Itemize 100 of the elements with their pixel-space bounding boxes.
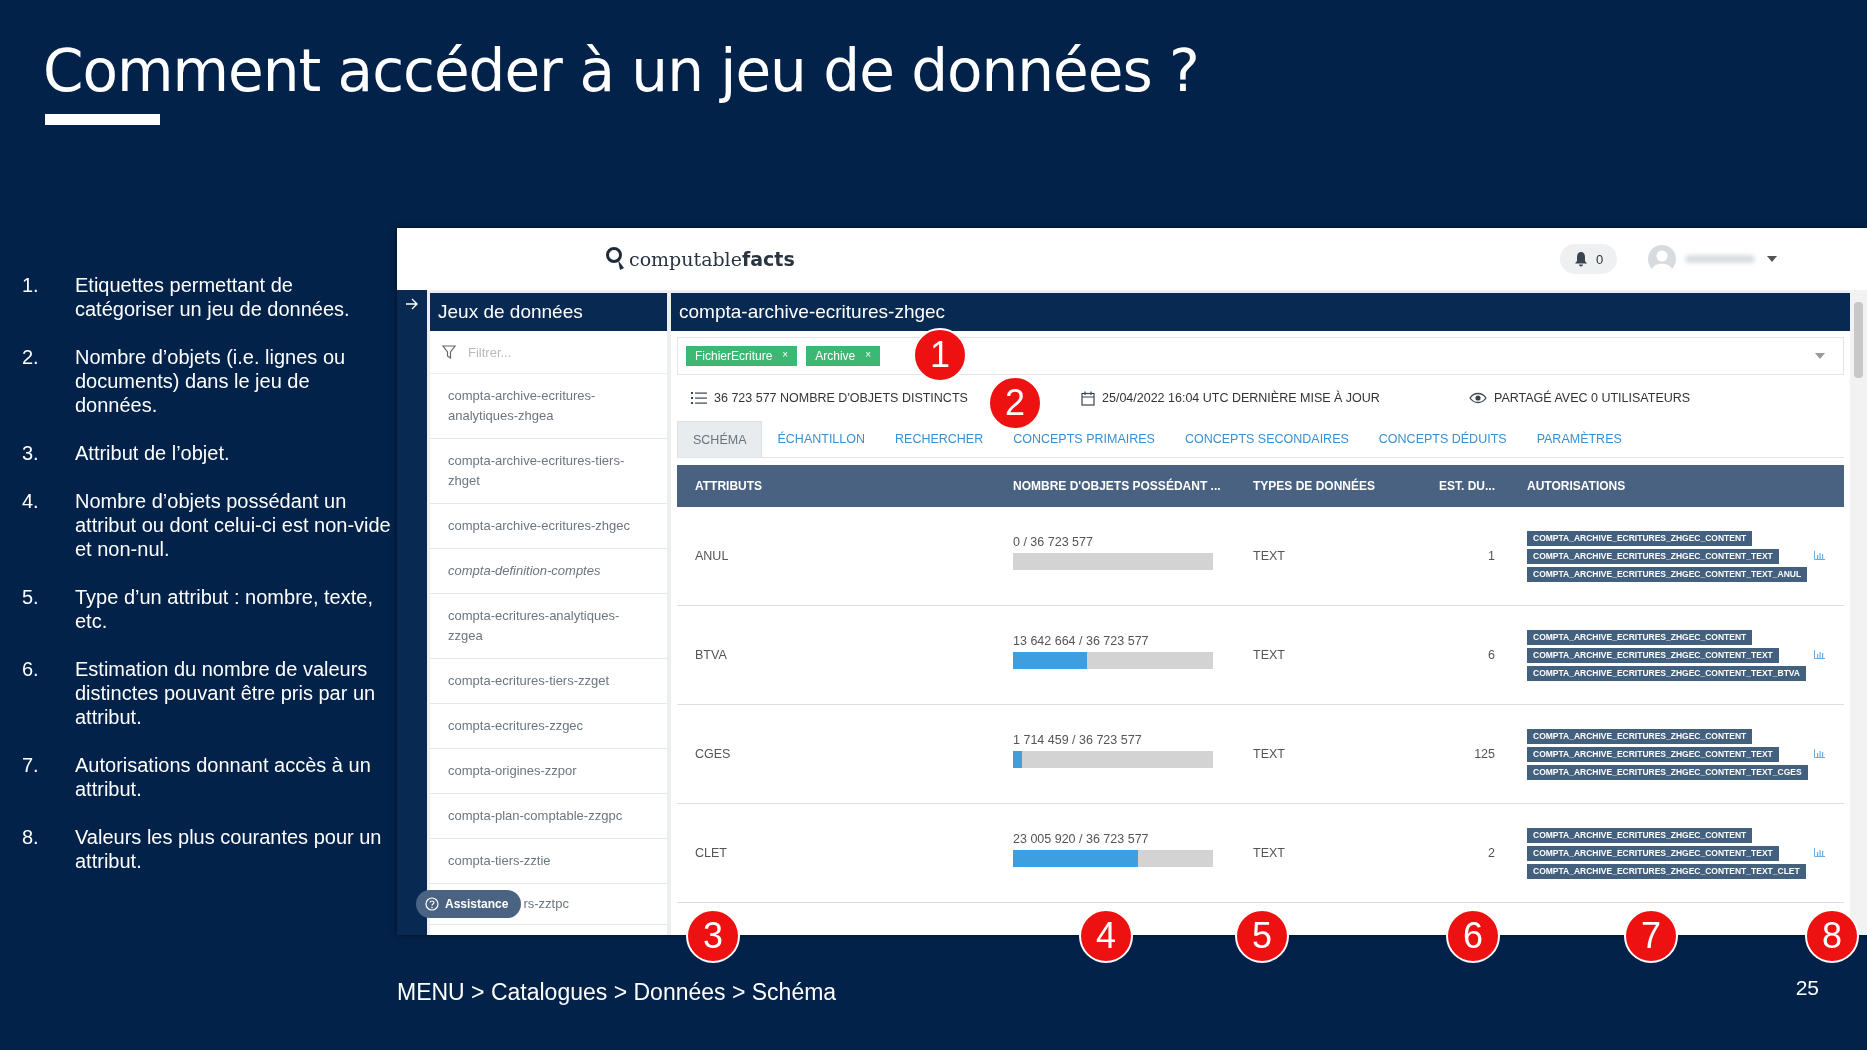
dataset-list-item[interactable]: compta-archive-ecritures-zhgec [448, 516, 653, 536]
avatar-icon [1647, 244, 1678, 274]
arrow-right-icon [405, 298, 419, 310]
table-cell-text: TEXT [1253, 549, 1286, 563]
list-icon [691, 391, 707, 405]
tag-chip[interactable]: Archive × [806, 346, 881, 366]
bar-chart-icon [1814, 749, 1825, 758]
permission-tag: COMPTA_ARCHIVE_ECRITURES_ZHGEC_CONTENT_TEXT_CGES [1527, 764, 1808, 780]
column-header: NOMBRE D'OBJETS POSSÉDANT ... [1013, 479, 1222, 493]
blurred-user-name [1685, 255, 1756, 263]
tab[interactable]: CONCEPTS DÉDUITS [1363, 421, 1522, 457]
list-item-text: Nombre d’objets (i.e. lignes ou documents) dans le jeu de données. [75, 345, 347, 417]
table-cell-text: TEXT [1253, 846, 1286, 860]
table-cell-text: ANUL [695, 549, 730, 563]
list-number: 4. [21, 489, 40, 514]
list-number: 7. [21, 753, 40, 778]
stat-text: 36 723 577 NOMBRE D'OBJETS DISTINCTS [714, 391, 968, 405]
permission-tag: COMPTA_ARCHIVE_ECRITURES_ZHGEC_CONTENT_TEXT_BTVA [1527, 665, 1806, 681]
filter-icon [442, 345, 456, 359]
notification-button[interactable]: 0 [1560, 244, 1618, 274]
table-cell-text: 0 / 36 723 577 [1013, 534, 1094, 549]
calendar-icon [1081, 390, 1095, 406]
bell-icon [1574, 251, 1588, 267]
table-cell-text: 13 642 664 / 36 723 577 [1013, 633, 1150, 648]
slide-title: Comment accéder à un jeu de données ? [43, 36, 1200, 107]
caret-icon [1767, 256, 1778, 262]
list-number: 6. [21, 657, 40, 682]
tab[interactable]: SCHÉMA [677, 421, 763, 457]
panel-title: Jeux de données [430, 290, 667, 331]
dataset-list-item[interactable]: compta-ecritures-analytiques-zzgea [448, 606, 653, 646]
logo-text: computablefacts [629, 248, 795, 270]
numbered-callout: 3 [686, 909, 740, 963]
bar-chart-icon [1814, 551, 1825, 560]
column-header: TYPES DE DONNÉES [1253, 479, 1377, 493]
table-cell-text: BTVA [695, 648, 728, 662]
table-cell-text: 1 714 459 / 36 723 577 [1013, 732, 1143, 747]
permission-tag: COMPTA_ARCHIVE_ECRITURES_ZHGEC_CONTENT [1527, 728, 1753, 744]
numbered-callout: 7 [1624, 909, 1678, 963]
list-number: 3. [21, 441, 40, 465]
dataset-list-item[interactable]: compta-ecritures-zzgec [448, 716, 653, 736]
list-number: 1. [21, 273, 40, 298]
stat-text: PARTAGÉ AVEC 0 UTILISATEURS [1494, 391, 1691, 405]
table-cell-text: 1 [1487, 549, 1495, 563]
table-cell-text: 23 005 920 / 36 723 577 [1013, 831, 1150, 846]
dataset-list-item[interactable]: compta-tiers-zztie [448, 851, 653, 871]
magnifier-logo-icon [605, 246, 627, 272]
list-item-text: Valeurs les plus courantes pour un attribut. [75, 825, 383, 873]
scroll-bar[interactable] [1850, 290, 1867, 935]
dataset-list-item[interactable]: compta-plan-comptable-zzgpc [448, 806, 653, 826]
table-cell-text: 6 [1487, 648, 1495, 662]
tab[interactable]: CONCEPTS SECONDAIRES [1169, 421, 1364, 457]
table-cell-text: CGES [695, 747, 732, 761]
list-number: 8. [21, 825, 40, 850]
dataset-list-item[interactable]: compta-origines-zzpor [448, 761, 653, 781]
dataset-title: compta-archive-ecritures-zhgec [671, 293, 1850, 331]
list-item-text: Autorisations donnant accès à un attribut. [75, 753, 372, 801]
dataset-list-item[interactable]: compta-archive-ecritures-analytiques-zhgea [448, 386, 653, 426]
eye-icon [1469, 392, 1487, 404]
breadcrumb-text: MENU > Catalogues > Données > Schéma [397, 979, 838, 1006]
column-header: EST. DU... [1438, 479, 1495, 493]
tag-chip[interactable]: FichierEcriture × [686, 346, 798, 366]
list-item-text: Estimation du nombre de valeurs distinctes pouvant être pris par un attribut. [75, 657, 377, 729]
permission-tag: COMPTA_ARCHIVE_ECRITURES_ZHGEC_CONTENT_TEXT [1527, 746, 1779, 762]
permission-tag: COMPTA_ARCHIVE_ECRITURES_ZHGEC_CONTENT [1527, 530, 1753, 546]
tab[interactable]: ÉCHANTILLON [762, 421, 880, 457]
numbered-callout: 4 [1079, 909, 1133, 963]
list-number: 2. [21, 345, 40, 370]
list-item-text: Attribut de l’objet. [75, 441, 231, 465]
dataset-list-item[interactable]: compta-ecritures-tiers-zzget [448, 671, 653, 691]
page-number: 25 [1795, 975, 1819, 1000]
permission-tag: COMPTA_ARCHIVE_ECRITURES_ZHGEC_CONTENT_TEXT [1527, 845, 1779, 861]
column-header: AUTORISATIONS [1526, 479, 1627, 493]
list-number: 5. [21, 585, 40, 610]
permission-tag: COMPTA_ARCHIVE_ECRITURES_ZHGEC_CONTENT [1527, 827, 1753, 843]
numbered-callout: 5 [1235, 909, 1289, 963]
assistance-button[interactable]: Assistance [416, 890, 522, 918]
dropdown-caret-icon [1815, 353, 1825, 359]
list-item-text: Type d’un attribut : nombre, texte, etc. [75, 585, 374, 633]
bar-chart-icon [1814, 848, 1825, 857]
numbered-callout: 8 [1805, 909, 1859, 963]
stat-text: 25/04/2022 16:04 UTC DERNIÈRE MISE À JOUR [1102, 391, 1380, 405]
list-item-text: Nombre d’objets possédant un attribut ou dont celui-ci est non-vide et non-nul. [75, 489, 392, 561]
permission-tag: COMPTA_ARCHIVE_ECRITURES_ZHGEC_CONTENT_TEXT_CLET [1527, 863, 1806, 879]
permission-tag: COMPTA_ARCHIVE_ECRITURES_ZHGEC_CONTENT_TEXT_ANUL [1527, 566, 1808, 582]
tab[interactable]: PARAMÈTRES [1521, 421, 1637, 457]
permission-tag: COMPTA_ARCHIVE_ECRITURES_ZHGEC_CONTENT_TEXT [1527, 647, 1779, 663]
dataset-list-item[interactable]: compta-archive-ecritures-tiers-zhget [448, 451, 653, 491]
dataset-list-item[interactable]: compta-definition-comptes [448, 561, 653, 581]
table-cell-text: CLET [695, 846, 728, 860]
permission-tag: COMPTA_ARCHIVE_ECRITURES_ZHGEC_CONTENT [1527, 629, 1753, 645]
list-item-text: Etiquettes permettant de catégoriser un jeu de données. [75, 273, 351, 321]
bar-chart-icon [1814, 650, 1825, 659]
table-cell-text: 125 [1473, 747, 1495, 761]
table-cell-text: TEXT [1253, 747, 1286, 761]
table-cell-text: 2 [1487, 846, 1495, 860]
column-header: ATTRIBUTS [695, 479, 764, 493]
dataset-list-item[interactable]: rs-zztpc [523, 894, 569, 914]
permission-tag: COMPTA_ARCHIVE_ECRITURES_ZHGEC_CONTENT_TEXT [1527, 548, 1779, 564]
table-cell-text: TEXT [1253, 648, 1286, 662]
question-icon [425, 897, 439, 911]
